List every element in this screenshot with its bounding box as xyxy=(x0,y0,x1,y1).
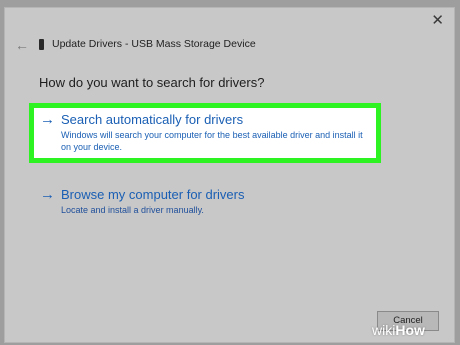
page-heading: How do you want to search for drivers? xyxy=(39,75,265,90)
back-arrow-icon[interactable]: ← xyxy=(15,37,29,53)
wikihow-watermark: wikiHow xyxy=(372,322,425,338)
usb-device-icon xyxy=(39,39,44,50)
option-title[interactable]: Browse my computer for drivers xyxy=(61,187,245,202)
search-automatically-option[interactable]: → Search automatically for drivers Windo… xyxy=(40,111,375,153)
option-description: Locate and install a driver manually. xyxy=(61,205,204,215)
watermark-part1: wiki xyxy=(372,322,396,338)
dialog-title: Update Drivers - USB Mass Storage Device xyxy=(52,38,256,50)
close-icon[interactable]: ✕ xyxy=(431,13,444,29)
arrow-right-icon: → xyxy=(40,186,55,203)
watermark-part2: How xyxy=(395,322,425,338)
option-title[interactable]: Search automatically for drivers xyxy=(61,112,243,127)
arrow-right-icon: → xyxy=(40,111,55,128)
browse-computer-option[interactable]: → Browse my computer for drivers Locate … xyxy=(40,186,375,216)
update-drivers-dialog: ✕ ← Update Drivers - USB Mass Storage De… xyxy=(4,7,455,343)
option-description: Windows will search your computer for th… xyxy=(61,130,363,152)
